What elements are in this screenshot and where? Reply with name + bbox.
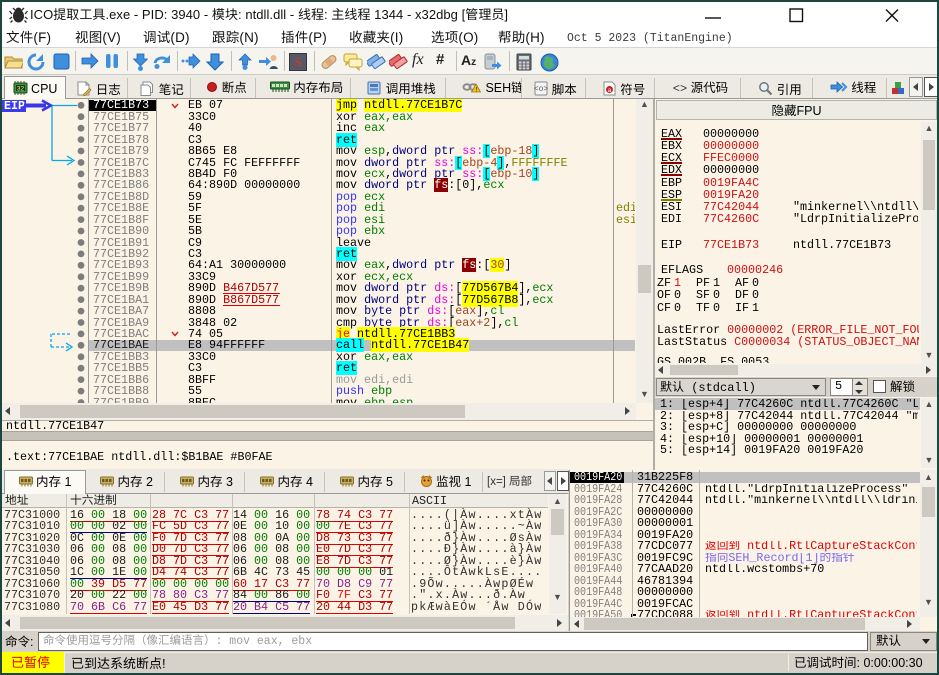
svg-text:S: S xyxy=(294,55,301,70)
svg-text:32: 32 xyxy=(16,86,24,93)
svg-text:<o>: <o> xyxy=(534,85,548,94)
svg-text:a: a xyxy=(607,87,611,94)
